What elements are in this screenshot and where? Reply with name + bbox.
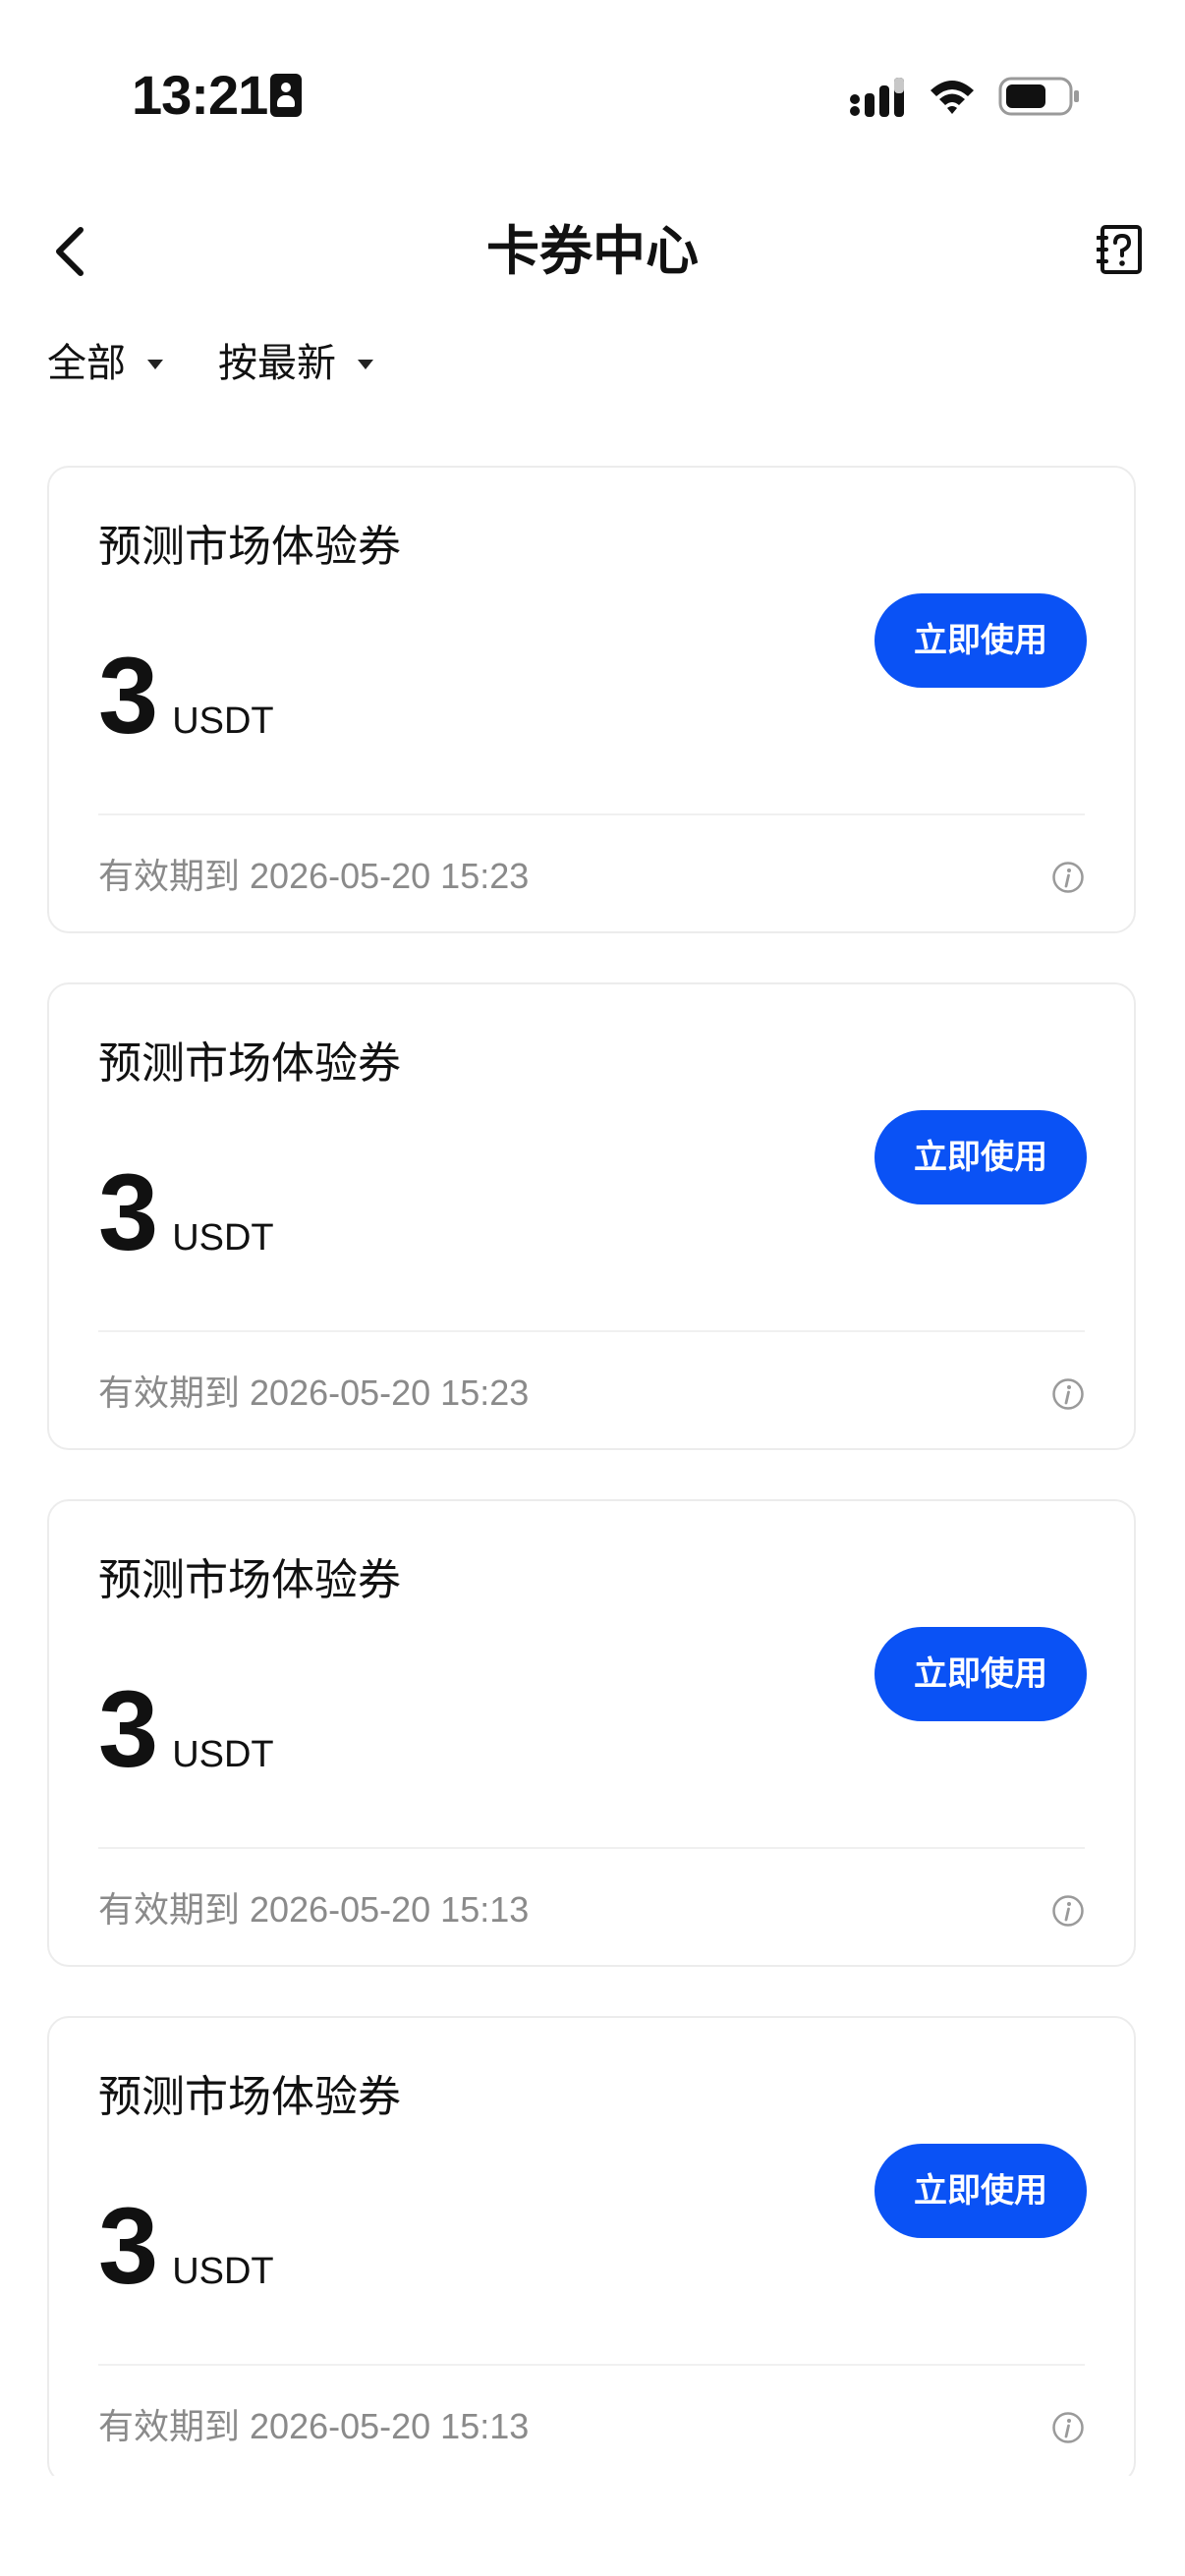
expiry-time: 2026-05-20 15:23 bbox=[250, 1372, 530, 1413]
expiry-time: 2026-05-20 15:23 bbox=[250, 856, 530, 896]
coupon-name: 预测市场体验券 bbox=[98, 1555, 401, 1605]
coupon-amount-row: 3 USDT bbox=[98, 1676, 274, 1784]
coupon-amount-row: 3 USDT bbox=[98, 643, 274, 751]
coupon-name: 预测市场体验券 bbox=[98, 1038, 401, 1089]
coupon-name: 预测市场体验券 bbox=[98, 522, 401, 572]
cellular-signal-icon bbox=[850, 78, 904, 117]
card-divider bbox=[98, 1330, 1085, 1332]
coupon-name: 预测市场体验券 bbox=[98, 2072, 401, 2122]
coupon-card: 预测市场体验券 3 USDT 立即使用 有效期到 2026-05-20 15:2… bbox=[47, 982, 1136, 1450]
filter-row: 全部 按最新 bbox=[47, 334, 428, 393]
coupon-expiry: 有效期到 2026-05-20 15:13 bbox=[98, 2403, 529, 2450]
expiry-label: 有效期到 bbox=[98, 856, 241, 896]
coupon-amount: 3 bbox=[98, 2186, 159, 2307]
coupon-card: 预测市场体验券 3 USDT 立即使用 有效期到 2026-05-20 15:2… bbox=[47, 466, 1136, 933]
coupon-amount: 3 bbox=[98, 1152, 159, 1273]
caret-down-icon bbox=[147, 360, 163, 369]
coupon-currency: USDT bbox=[172, 1217, 274, 1259]
info-icon[interactable] bbox=[1051, 1894, 1085, 1928]
coupon-list: 预测市场体验券 3 USDT 立即使用 有效期到 2026-05-20 15:2… bbox=[47, 466, 1138, 2476]
use-now-button[interactable]: 立即使用 bbox=[875, 1627, 1087, 1721]
coupon-amount: 3 bbox=[98, 1669, 159, 1790]
nav-bar: 卡券中心 bbox=[0, 196, 1185, 305]
sort-order-dropdown[interactable]: 按最新 bbox=[218, 334, 373, 393]
card-divider bbox=[98, 813, 1085, 815]
status-time: 13:21 bbox=[132, 64, 268, 126]
card-divider bbox=[98, 1847, 1085, 1849]
coupon-card: 预测市场体验券 3 USDT 立即使用 有效期到 2026-05-20 15:1… bbox=[47, 1499, 1136, 1967]
id-badge-icon bbox=[270, 74, 302, 117]
card-divider bbox=[98, 2364, 1085, 2366]
info-icon[interactable] bbox=[1051, 1377, 1085, 1411]
coupon-card: 预测市场体验券 3 USDT 立即使用 有效期到 2026-05-20 15:1… bbox=[47, 2016, 1136, 2476]
expiry-label: 有效期到 bbox=[98, 1372, 241, 1413]
status-bar: 13:21 bbox=[0, 0, 1185, 196]
expiry-label: 有效期到 bbox=[98, 1889, 241, 1930]
expiry-time: 2026-05-20 15:13 bbox=[250, 2406, 530, 2446]
filter-type-label: 全部 bbox=[47, 341, 126, 386]
use-now-button[interactable]: 立即使用 bbox=[875, 2144, 1087, 2238]
filter-type-dropdown[interactable]: 全部 bbox=[47, 334, 163, 393]
coupon-currency: USDT bbox=[172, 2251, 274, 2292]
coupon-expiry: 有效期到 2026-05-20 15:23 bbox=[98, 1370, 529, 1417]
info-icon[interactable] bbox=[1051, 861, 1085, 894]
use-now-button[interactable]: 立即使用 bbox=[875, 593, 1087, 688]
coupon-currency: USDT bbox=[172, 1734, 274, 1775]
coupon-amount: 3 bbox=[98, 636, 159, 756]
info-icon[interactable] bbox=[1051, 2411, 1085, 2444]
sort-order-label: 按最新 bbox=[218, 341, 336, 386]
use-now-button[interactable]: 立即使用 bbox=[875, 1110, 1087, 1204]
battery-icon bbox=[998, 77, 1079, 116]
coupon-expiry: 有效期到 2026-05-20 15:23 bbox=[98, 853, 529, 900]
coupon-amount-row: 3 USDT bbox=[98, 1159, 274, 1267]
coupon-amount-row: 3 USDT bbox=[98, 2193, 274, 2301]
expiry-time: 2026-05-20 15:13 bbox=[250, 1889, 530, 1930]
help-document-icon[interactable] bbox=[1097, 224, 1144, 275]
wifi-icon bbox=[931, 81, 974, 114]
expiry-label: 有效期到 bbox=[98, 2406, 241, 2446]
coupon-currency: USDT bbox=[172, 700, 274, 742]
caret-down-icon bbox=[358, 360, 373, 369]
page-title: 卡券中心 bbox=[486, 220, 699, 282]
coupon-expiry: 有效期到 2026-05-20 15:13 bbox=[98, 1886, 529, 1933]
